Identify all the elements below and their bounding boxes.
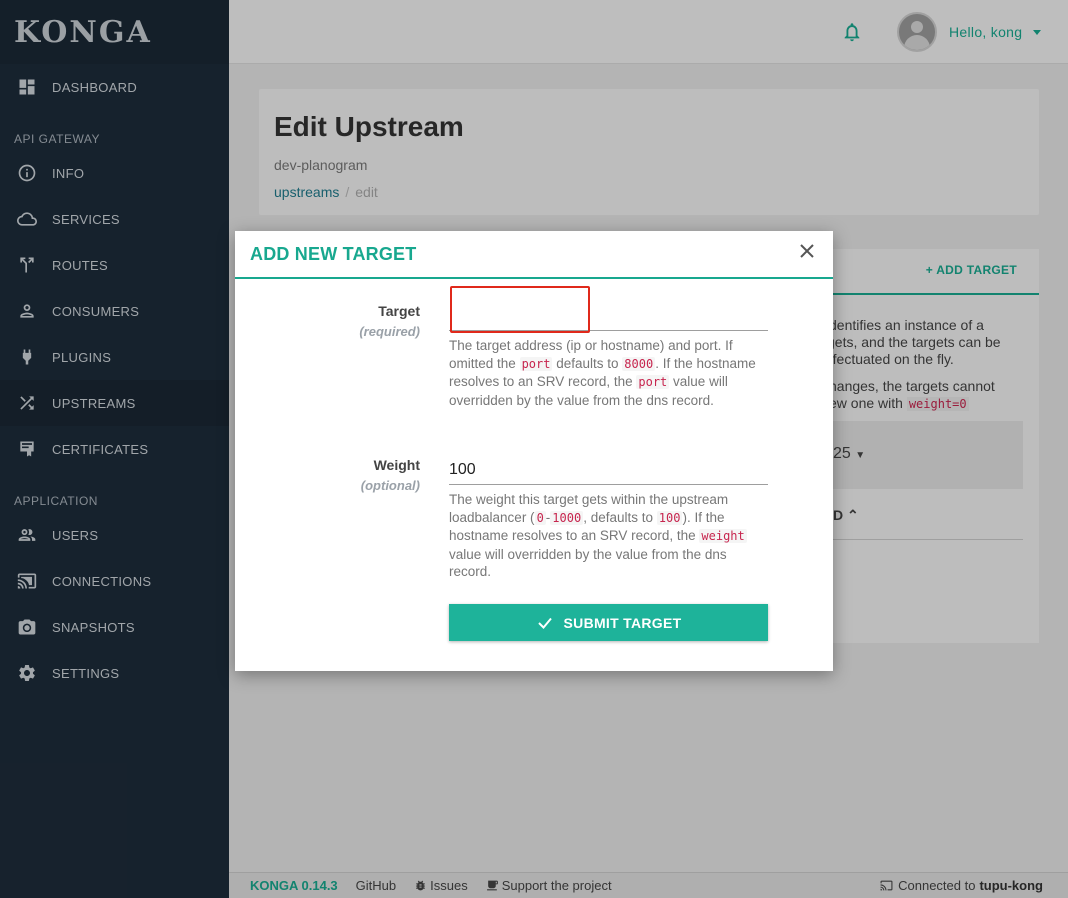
modal-title: ADD NEW TARGET [250,244,417,264]
weight-label: Weight [373,457,420,473]
modal-header: ADD NEW TARGET [235,231,833,279]
close-icon[interactable] [797,241,817,261]
target-help-text: The target address (ip or hostname) and … [449,338,756,408]
weight-optional-hint: (optional) [360,478,420,493]
check-icon [537,617,552,629]
submit-target-button[interactable]: SUBMIT TARGET [449,604,768,641]
weight-help-text: The weight this target gets within the u… [449,492,747,580]
target-label: Target [378,303,420,319]
target-input-highlight [450,286,590,333]
weight-input[interactable] [449,455,768,485]
target-required-hint: (required) [359,324,420,339]
add-target-modal: ADD NEW TARGET Target (required) The tar… [235,231,833,671]
